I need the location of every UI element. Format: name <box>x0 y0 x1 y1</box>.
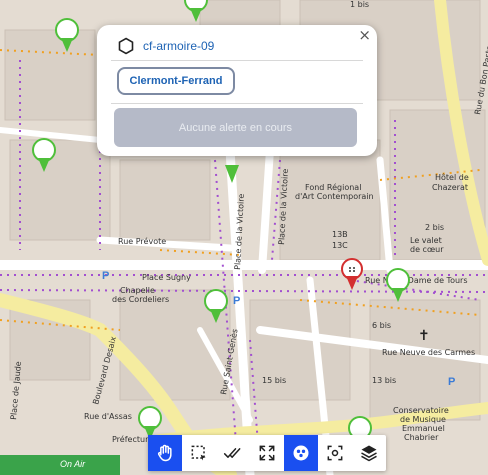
map-label: Conservatoire <box>393 406 449 415</box>
armoire-popup: × cf-armoire-09 Clermont-Ferrand Aucune … <box>97 25 377 156</box>
alert-status-button[interactable]: Aucune alerte en cours <box>114 108 357 147</box>
box-select-icon <box>191 445 206 461</box>
expand-icon <box>259 445 275 461</box>
map-label: Rue Notre-Dame de Tours <box>365 276 467 285</box>
map-label: Rue d'Assas <box>84 412 132 421</box>
hexagon-icon <box>118 37 134 55</box>
map-label: Fond Régional <box>305 182 361 192</box>
map-label: d'Art Contemporain <box>295 192 374 201</box>
map-label: 6 bis <box>372 321 391 330</box>
close-icon[interactable]: × <box>358 26 371 44</box>
popup-header: cf-armoire-09 <box>117 37 214 55</box>
map-label: de Musique <box>400 415 446 424</box>
validate-button[interactable] <box>216 435 250 471</box>
map-label: 15 bis <box>262 376 286 385</box>
map-label: Rue Prévote <box>118 236 166 246</box>
focus-button[interactable] <box>318 435 352 471</box>
pan-tool-button[interactable] <box>148 435 182 471</box>
map-label: de cœur <box>410 245 444 254</box>
church-icon: ✝ <box>418 327 430 343</box>
map-label: Place Sugny <box>142 273 191 282</box>
map-label: 13 bis <box>372 376 396 385</box>
fullscreen-button[interactable] <box>250 435 284 471</box>
popup-title[interactable]: cf-armoire-09 <box>143 39 214 53</box>
map-label: Hôtel de <box>435 172 469 182</box>
map-label: Le valet <box>410 236 442 245</box>
hand-icon <box>157 444 172 462</box>
layers-icon <box>361 445 377 462</box>
map-label: Rue Neuve des Carmes <box>382 348 475 357</box>
parking-icon: P <box>233 295 240 307</box>
box-select-button[interactable] <box>182 435 216 471</box>
map-label: Chabrier <box>404 433 439 442</box>
map-label: 13B <box>332 230 348 239</box>
cluster-button[interactable] <box>284 435 318 471</box>
city-button[interactable]: Clermont-Ferrand <box>117 67 235 95</box>
cluster-icon <box>293 445 309 461</box>
layers-button[interactable] <box>352 435 386 471</box>
divider <box>111 103 363 104</box>
parking-icon: P <box>102 270 109 282</box>
parking-icon: P <box>448 376 455 388</box>
map-label: Emmanuel <box>402 424 445 433</box>
map-label: 1 bis <box>350 0 369 9</box>
map-label: Chazerat <box>432 183 468 192</box>
map-toolbar <box>148 435 386 471</box>
map-label: Préfecture <box>112 434 153 444</box>
map-label: 2 bis <box>425 223 444 232</box>
map-label: des Cordeliers <box>112 295 169 304</box>
divider <box>111 60 363 61</box>
double-check-icon <box>223 448 241 458</box>
map-label: On Air <box>60 459 86 469</box>
map-label: Chapelle <box>120 286 155 295</box>
focus-icon <box>327 445 343 461</box>
map-label: 13C <box>332 241 348 250</box>
